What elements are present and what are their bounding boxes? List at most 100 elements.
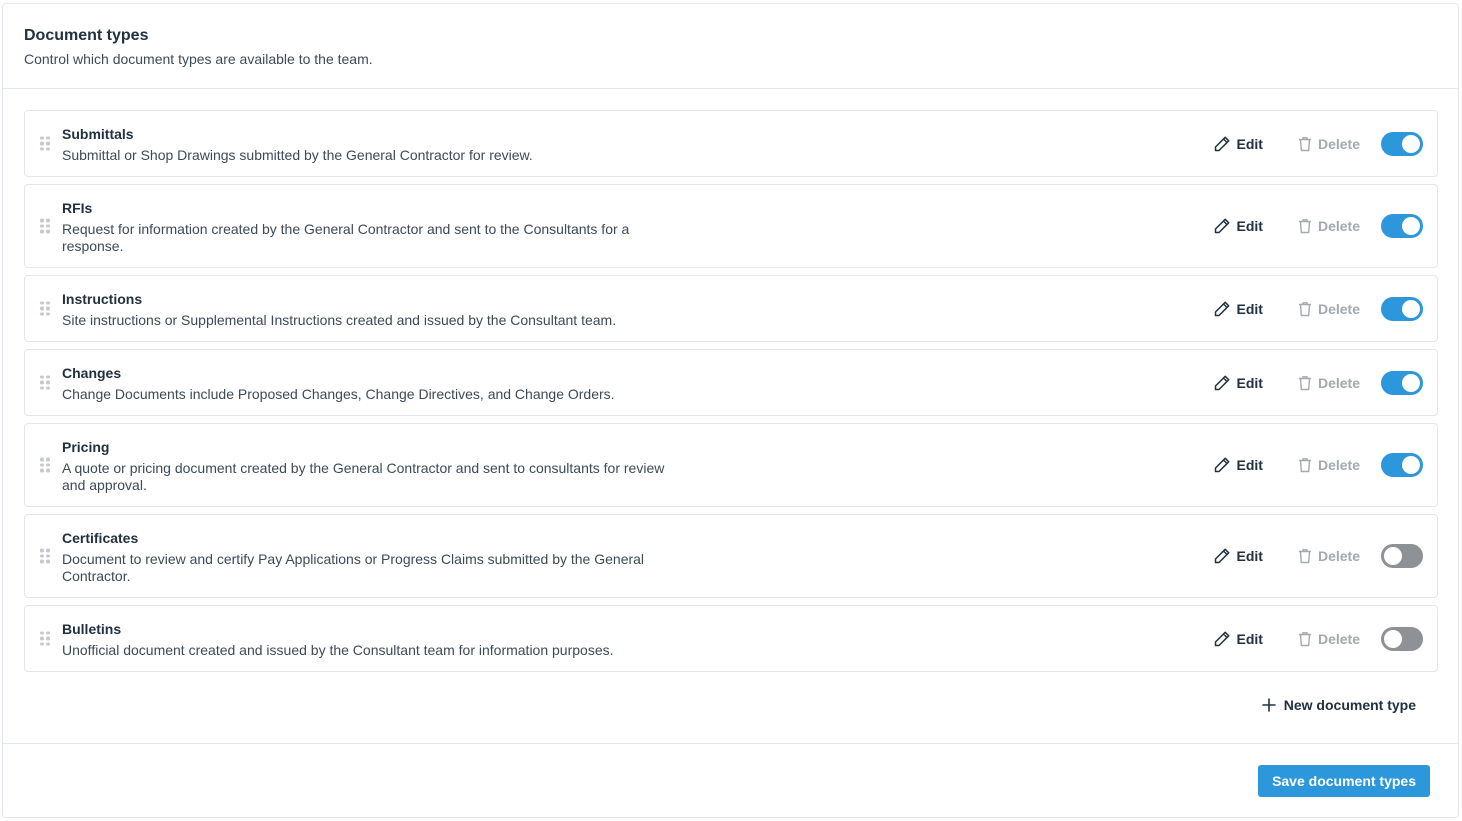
- delete-label: Delete: [1317, 218, 1360, 234]
- enabled-toggle[interactable]: [1381, 453, 1423, 477]
- new-document-type-button[interactable]: New document type: [1261, 697, 1416, 713]
- document-type-row: Changes Change Documents include Propose…: [24, 349, 1438, 416]
- drag-handle-icon[interactable]: [40, 631, 50, 646]
- panel-footer: Save document types: [3, 743, 1458, 817]
- delete-button[interactable]: Delete: [1298, 631, 1360, 647]
- document-type-row: Bulletins Unofficial document created an…: [24, 605, 1438, 672]
- delete-label: Delete: [1317, 630, 1360, 647]
- drag-handle-icon[interactable]: [40, 301, 50, 316]
- pencil-icon: [1214, 218, 1229, 234]
- save-document-types-button[interactable]: Save document types: [1258, 765, 1430, 797]
- document-type-name: Certificates: [62, 530, 139, 546]
- page-subtitle: Control which document types are availab…: [24, 51, 373, 67]
- document-type-description: Unofficial document created and issued b…: [62, 642, 614, 658]
- row-actions: Edit Delete: [1213, 131, 1423, 156]
- document-type-name: Pricing: [62, 439, 110, 455]
- edit-button[interactable]: Edit: [1213, 630, 1263, 648]
- trash-icon: [1298, 219, 1311, 234]
- row-actions: Edit Delete: [1213, 296, 1423, 321]
- row-actions: Edit Delete: [1213, 626, 1423, 651]
- delete-button[interactable]: Delete: [1298, 218, 1360, 234]
- edit-label: Edit: [1236, 630, 1263, 647]
- toggle-knob: [1402, 299, 1420, 318]
- edit-button[interactable]: Edit: [1213, 300, 1263, 318]
- trash-icon: [1298, 301, 1311, 316]
- row-actions: Edit Delete: [1213, 453, 1423, 477]
- document-type-row: Certificates Document to review and cert…: [24, 514, 1438, 598]
- drag-handle-icon[interactable]: [40, 457, 50, 473]
- delete-label: Delete: [1317, 548, 1360, 564]
- edit-label: Edit: [1236, 300, 1263, 317]
- plus-icon: [1261, 698, 1276, 712]
- delete-button[interactable]: Delete: [1298, 301, 1360, 317]
- edit-button[interactable]: Edit: [1213, 456, 1263, 474]
- enabled-toggle[interactable]: [1381, 626, 1423, 651]
- delete-label: Delete: [1317, 300, 1360, 317]
- document-type-info: RFIs Request for information created by …: [62, 185, 672, 267]
- document-type-list: Submittals Submittal or Shop Drawings su…: [24, 110, 1438, 679]
- drag-handle-icon[interactable]: [40, 375, 50, 390]
- panel-header: Document types Control which document ty…: [3, 4, 1458, 89]
- drag-handle-icon[interactable]: [40, 548, 50, 564]
- new-document-type-label: New document type: [1283, 697, 1416, 713]
- edit-label: Edit: [1236, 457, 1263, 473]
- row-actions: Edit Delete: [1213, 214, 1423, 238]
- pencil-icon: [1214, 631, 1229, 646]
- edit-label: Edit: [1236, 548, 1263, 564]
- document-type-description: Site instructions or Supplemental Instru…: [62, 312, 617, 328]
- document-type-info: Bulletins Unofficial document created an…: [62, 606, 672, 671]
- toggle-knob: [1402, 373, 1420, 392]
- document-types-panel: Document types Control which document ty…: [2, 3, 1459, 818]
- enabled-toggle[interactable]: [1381, 131, 1423, 156]
- enabled-toggle[interactable]: [1381, 214, 1423, 238]
- pencil-icon: [1214, 301, 1229, 316]
- document-type-name: Bulletins: [62, 621, 122, 637]
- enabled-toggle[interactable]: [1381, 296, 1423, 321]
- edit-button[interactable]: Edit: [1213, 135, 1263, 153]
- document-type-name: Changes: [62, 365, 122, 381]
- document-type-name: RFIs: [62, 200, 93, 216]
- document-type-info: Certificates Document to review and cert…: [62, 515, 672, 597]
- toggle-knob: [1402, 134, 1420, 153]
- document-type-info: Pricing A quote or pricing document crea…: [62, 424, 672, 506]
- document-type-info: Changes Change Documents include Propose…: [62, 350, 672, 415]
- document-type-name: Submittals: [62, 126, 134, 142]
- document-type-info: Submittals Submittal or Shop Drawings su…: [62, 111, 672, 176]
- document-type-description: Change Documents include Proposed Change…: [62, 386, 615, 402]
- delete-label: Delete: [1317, 135, 1360, 152]
- page-title: Document types: [24, 27, 149, 44]
- document-type-row: Pricing A quote or pricing document crea…: [24, 423, 1438, 507]
- document-type-row: RFIs Request for information created by …: [24, 184, 1438, 268]
- edit-label: Edit: [1236, 218, 1263, 234]
- document-type-name: Instructions: [62, 291, 143, 307]
- row-actions: Edit Delete: [1213, 370, 1423, 395]
- pencil-icon: [1214, 375, 1229, 390]
- pencil-icon: [1214, 548, 1229, 564]
- enabled-toggle[interactable]: [1381, 544, 1423, 568]
- edit-button[interactable]: Edit: [1213, 374, 1263, 392]
- delete-button[interactable]: Delete: [1298, 375, 1360, 391]
- delete-button[interactable]: Delete: [1298, 548, 1360, 564]
- delete-button[interactable]: Delete: [1298, 136, 1360, 152]
- document-type-description: A quote or pricing document created by t…: [62, 460, 665, 493]
- document-type-info: Instructions Site instructions or Supple…: [62, 276, 672, 341]
- document-type-description: Submittal or Shop Drawings submitted by …: [62, 147, 533, 163]
- trash-icon: [1298, 136, 1311, 151]
- trash-icon: [1298, 375, 1311, 390]
- edit-button[interactable]: Edit: [1213, 547, 1263, 565]
- delete-label: Delete: [1317, 374, 1360, 391]
- enabled-toggle[interactable]: [1381, 370, 1423, 395]
- drag-handle-icon[interactable]: [40, 136, 50, 151]
- pencil-icon: [1214, 457, 1229, 473]
- pencil-icon: [1214, 136, 1229, 151]
- delete-button[interactable]: Delete: [1298, 457, 1360, 473]
- document-type-row: Instructions Site instructions or Supple…: [24, 275, 1438, 342]
- edit-label: Edit: [1236, 135, 1263, 152]
- document-type-row: Submittals Submittal or Shop Drawings su…: [24, 110, 1438, 177]
- toggle-knob: [1402, 456, 1420, 474]
- drag-handle-icon[interactable]: [40, 218, 50, 234]
- edit-label: Edit: [1236, 374, 1263, 391]
- edit-button[interactable]: Edit: [1213, 217, 1263, 235]
- toggle-knob: [1402, 217, 1420, 235]
- document-type-description: Request for information created by the G…: [62, 221, 630, 254]
